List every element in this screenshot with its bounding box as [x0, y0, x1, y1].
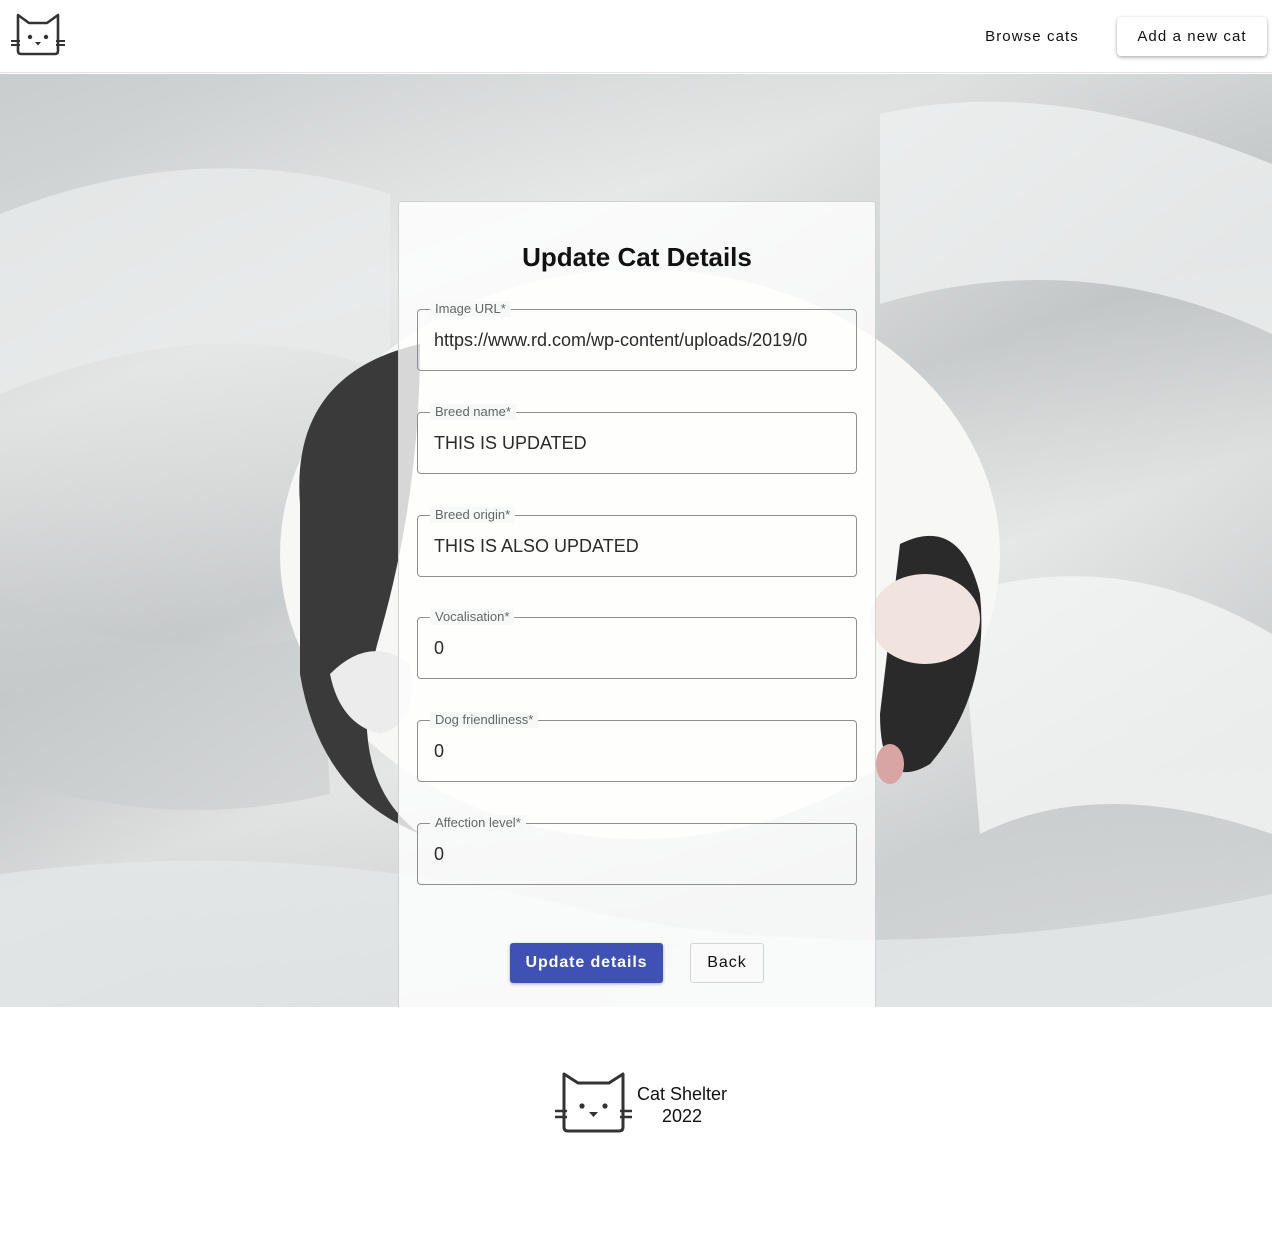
affection-level-field: Affection level*	[417, 815, 857, 885]
footer-text: Cat Shelter 2022	[632, 1083, 732, 1127]
top-navigation-bar: Browse cats Add a new cat	[0, 0, 1272, 73]
affection-level-input[interactable]	[418, 824, 856, 884]
vocalisation-input[interactable]	[418, 618, 856, 678]
hero-background-photo: Update Cat Details Image URL* Breed name…	[0, 74, 1272, 1007]
dog-friendliness-input[interactable]	[418, 721, 856, 781]
page-title: Update Cat Details	[522, 242, 752, 272]
update-details-button[interactable]: Update details	[510, 943, 663, 983]
dog-friendliness-field: Dog friendliness*	[417, 712, 857, 782]
update-cat-form: Update Cat Details Image URL* Breed name…	[398, 201, 876, 1007]
image-url-input[interactable]	[418, 310, 856, 370]
footer-site-name: Cat Shelter	[636, 1084, 728, 1104]
browse-cats-link[interactable]: Browse cats	[966, 17, 1098, 56]
back-button[interactable]: Back	[690, 943, 764, 983]
breed-origin-field: Breed origin*	[417, 507, 857, 577]
breed-origin-input[interactable]	[418, 516, 856, 576]
cat-face-icon	[555, 1072, 632, 1133]
cat-face-icon[interactable]	[10, 12, 66, 56]
vocalisation-field: Vocalisation*	[417, 609, 857, 679]
image-url-field: Image URL*	[417, 301, 857, 371]
breed-name-field: Breed name*	[417, 404, 857, 474]
add-new-cat-button[interactable]: Add a new cat	[1117, 17, 1267, 56]
breed-name-input[interactable]	[418, 413, 856, 473]
footer-year: 2022	[661, 1106, 703, 1126]
